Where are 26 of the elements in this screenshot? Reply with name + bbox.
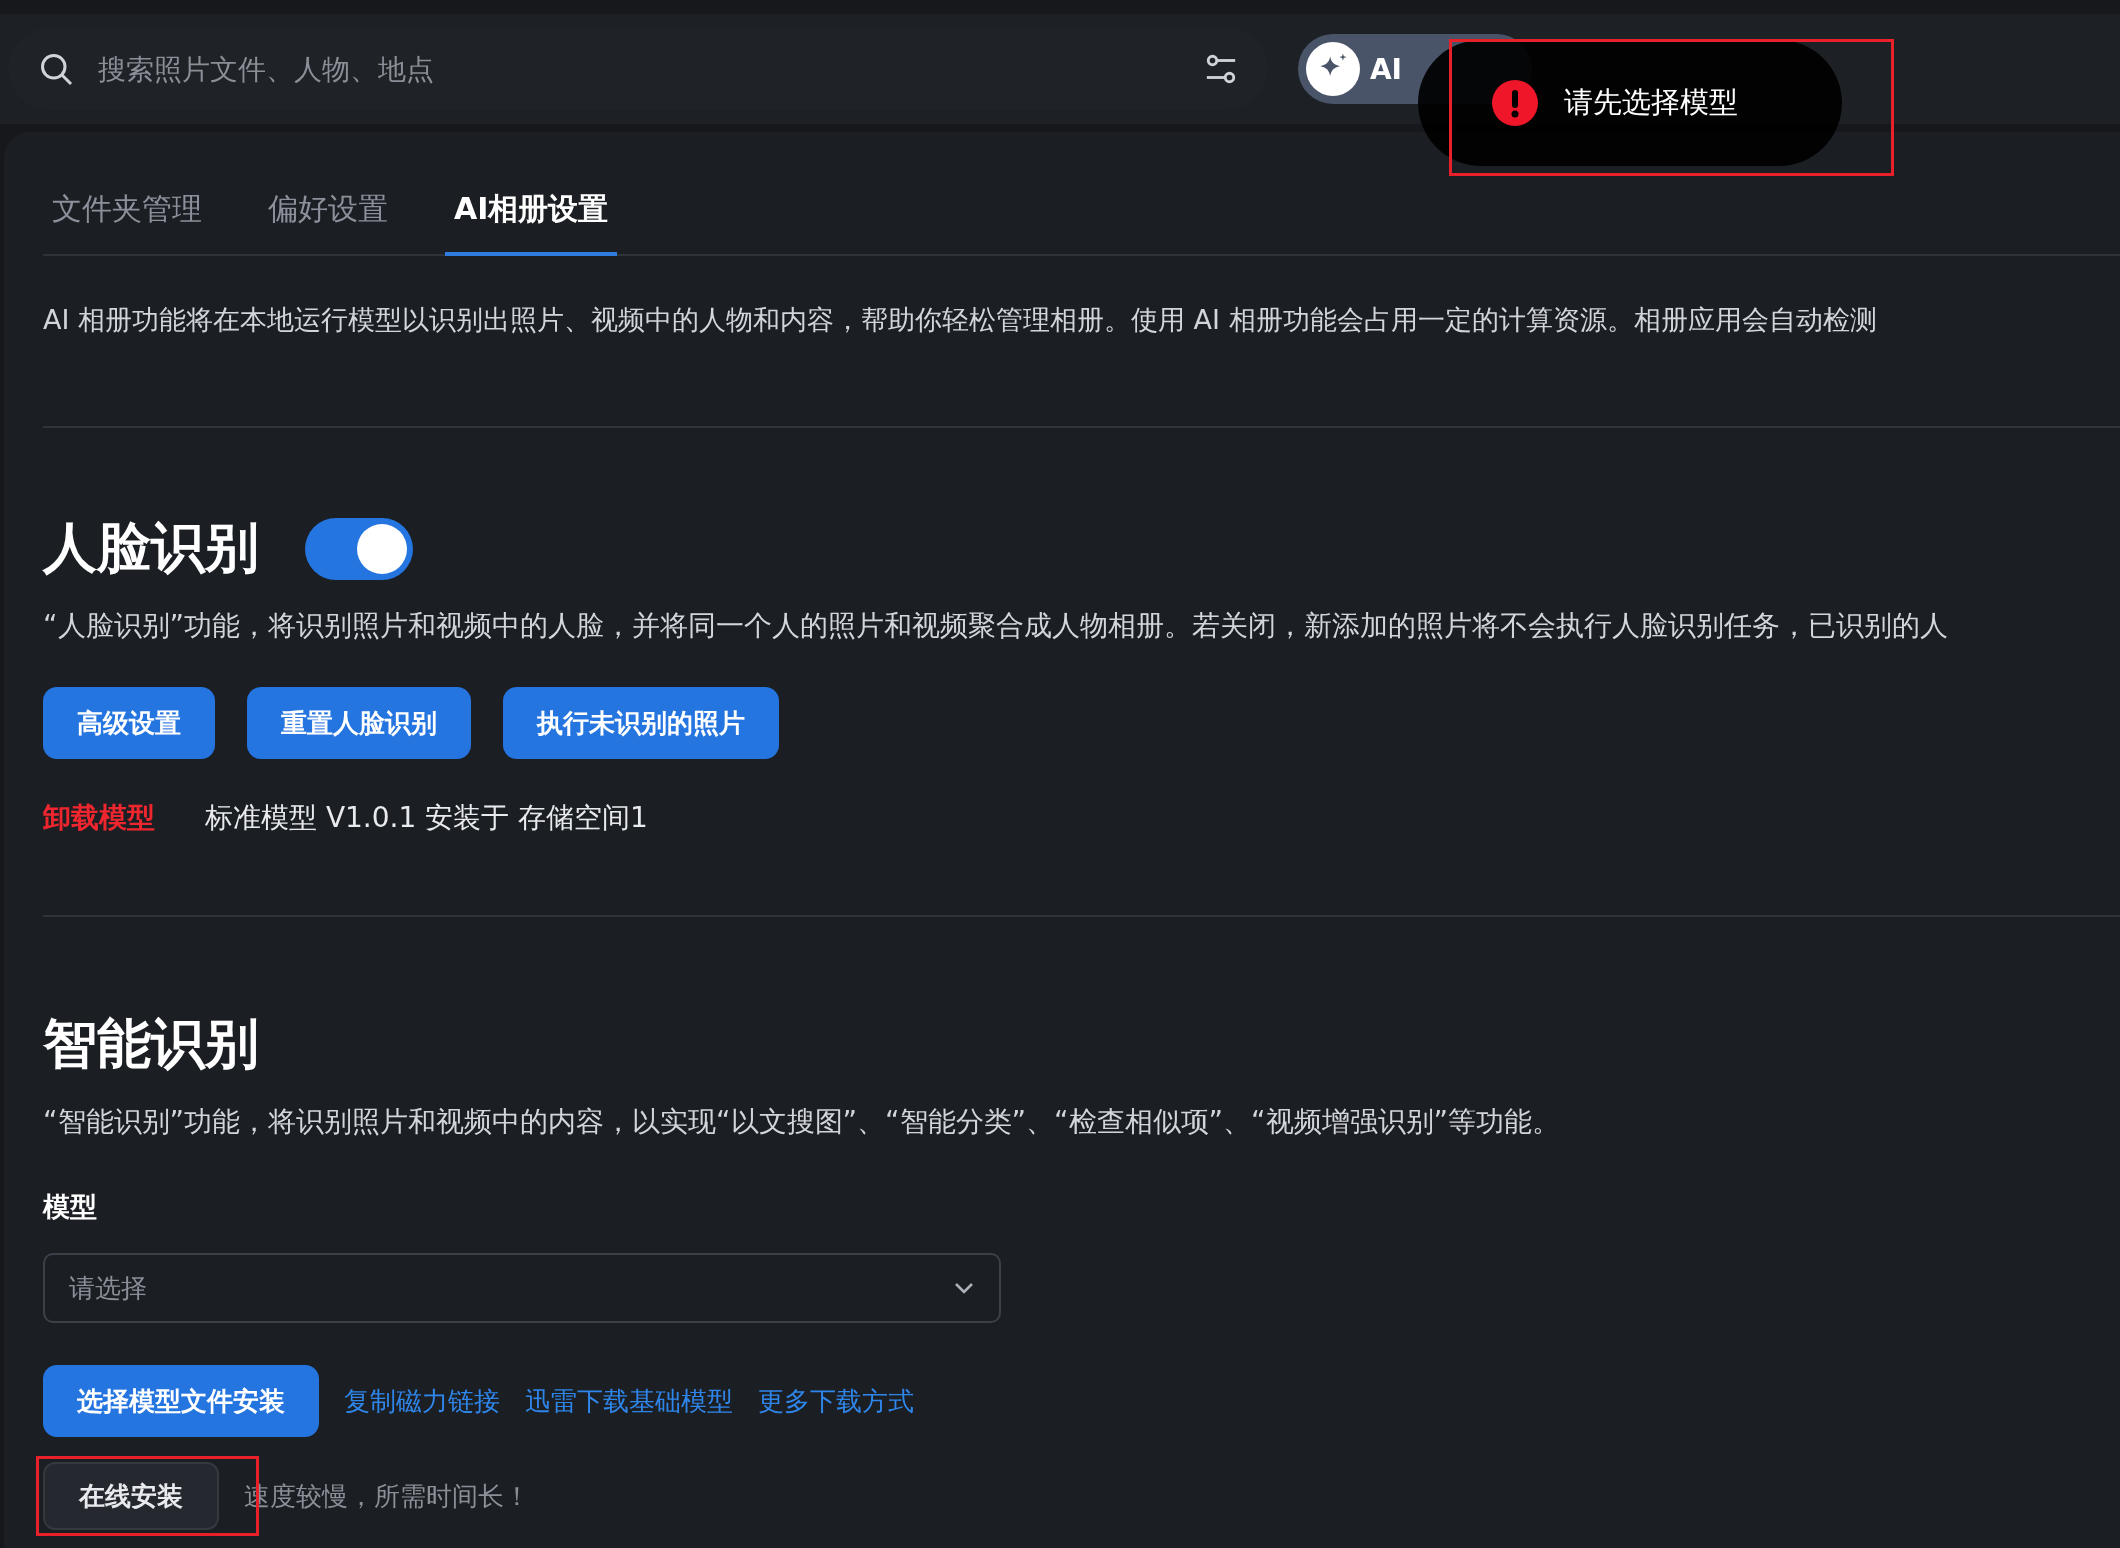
intro-text: AI 相册功能将在本地运行模型以识别出照片、视频中的人物和内容，帮助你轻松管理相册。使用 AI 相册功能会占用一定的计算资源。相册应用会自动检测 [43,303,1878,337]
section-description: “人脸识别”功能，将识别照片和视频中的人脸，并将同一个人的照片和视频聚合成人物相册。若关闭，新添加的照片将不会执行人脸识别任务，已识别的人 [43,608,1949,644]
section-title: 人脸识别 [43,515,259,581]
section-description: “智能识别”功能，将识别照片和视频中的内容，以实现“以文搜图”、“智能分类”、“检查相似项”、“视频增强识别”等功能。 [43,1104,1562,1140]
model-select[interactable]: 请选择 [43,1253,1001,1323]
settings-tab[interactable]: AI相册设置 [445,189,618,256]
alert-icon [1492,80,1538,126]
search-field[interactable]: 搜索照片文件、人物、地点 [96,51,1182,87]
ai-label: AI [1369,52,1402,86]
settings-tab[interactable]: 偏好设置 [259,189,397,256]
download-link[interactable]: 更多下载方式 [758,1383,914,1419]
action-button[interactable]: 重置人脸识别 [247,687,471,759]
toast-message: 请先选择模型 [1564,84,1738,121]
uninstall-link[interactable]: 卸载模型 [43,799,155,837]
settings-tab[interactable]: 文件夹管理 [43,189,211,256]
chevron-down-icon [953,1281,975,1295]
action-button[interactable]: 执行未识别的照片 [503,687,779,759]
search-icon [38,51,74,87]
action-button[interactable]: 高级设置 [43,687,215,759]
model-label: 模型 [43,1190,98,1224]
install-file-button[interactable]: 选择模型文件安装 [43,1365,319,1437]
online-install-button[interactable]: 在线安装 [43,1462,219,1530]
download-link[interactable]: 复制磁力链接 [344,1383,500,1419]
section-title: 智能识别 [43,1011,260,1077]
download-link[interactable]: 迅雷下载基础模型 [525,1383,733,1419]
model-info: 标准模型 V1.0.1 安装于 存储空间1 [205,800,648,836]
